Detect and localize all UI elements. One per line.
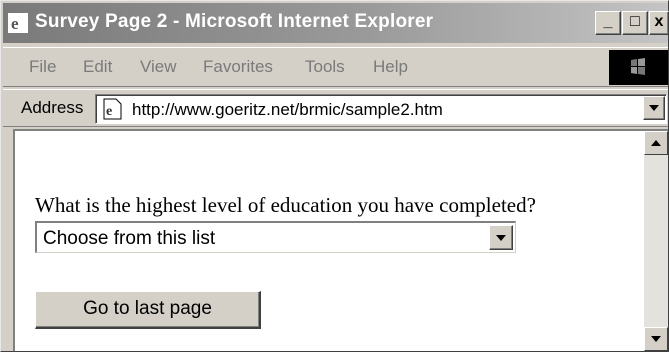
menu-help[interactable]: Help xyxy=(373,57,408,77)
menu-view[interactable]: View xyxy=(140,57,177,77)
scroll-up-button[interactable] xyxy=(644,131,668,155)
window-title: Survey Page 2 - Microsoft Internet Explo… xyxy=(35,11,434,32)
close-button[interactable]: x xyxy=(649,11,669,35)
svg-text:e: e xyxy=(11,14,19,33)
chevron-down-icon xyxy=(496,235,506,241)
scroll-down-button[interactable] xyxy=(644,327,668,351)
menu-edit[interactable]: Edit xyxy=(83,57,112,77)
select-value: Choose from this list xyxy=(43,228,216,249)
windows-logo-icon xyxy=(609,50,668,85)
address-url: http://www.goeritz.net/brmic/sample2.htm xyxy=(132,100,443,119)
chevron-down-icon xyxy=(651,336,661,342)
chevron-down-icon xyxy=(649,105,659,111)
internet-explorer-icon: e xyxy=(8,13,28,33)
question-text: What is the highest level of education y… xyxy=(35,193,536,217)
title-bar[interactable]: e Survey Page 2 - Microsoft Internet Exp… xyxy=(3,3,669,43)
address-label: Address xyxy=(21,98,84,117)
svg-text:e: e xyxy=(106,104,112,119)
maximize-button[interactable]: □ xyxy=(622,11,648,35)
address-input[interactable]: e http://www.goeritz.net/brmic/sample2.h… xyxy=(95,94,667,124)
page-icon: e xyxy=(103,98,122,120)
vertical-scrollbar[interactable] xyxy=(644,131,668,351)
menu-bar: File Edit View Favorites Tools Help xyxy=(3,47,668,87)
address-bar: Address e http://www.goeritz.net/brmic/s… xyxy=(3,89,668,127)
go-to-last-page-button[interactable]: Go to last page xyxy=(35,291,261,329)
menu-file[interactable]: File xyxy=(29,57,56,77)
chevron-up-icon xyxy=(651,140,661,146)
menu-tools[interactable]: Tools xyxy=(305,57,345,77)
address-dropdown-button[interactable] xyxy=(643,96,665,120)
browser-window: e Survey Page 2 - Microsoft Internet Exp… xyxy=(0,0,669,352)
education-select[interactable]: Choose from this list xyxy=(35,221,516,253)
menu-favorites[interactable]: Favorites xyxy=(203,57,273,77)
minimize-button[interactable]: _ xyxy=(595,11,621,35)
select-dropdown-button[interactable] xyxy=(489,225,513,250)
page-content: What is the highest level of education y… xyxy=(13,129,668,351)
